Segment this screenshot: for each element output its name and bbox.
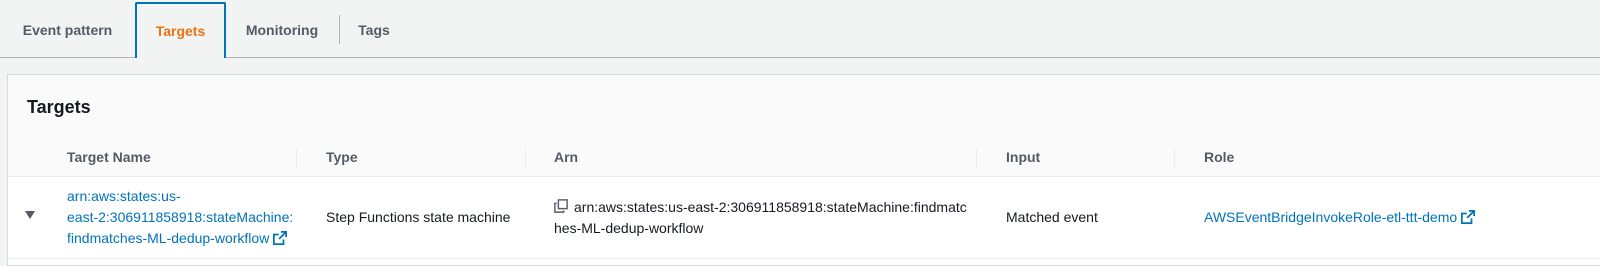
tab-label: Targets	[155, 23, 206, 39]
table-header: Target Name Type Arn Input Role	[8, 137, 1600, 177]
tab-targets[interactable]: Targets	[135, 2, 226, 58]
tab-event-pattern[interactable]: Event pattern	[0, 2, 135, 58]
external-link-icon[interactable]	[273, 231, 288, 245]
column-header-target-name[interactable]: Target Name	[67, 149, 151, 165]
target-type: Step Functions state machine	[326, 209, 511, 225]
tab-label: Tags	[358, 22, 390, 38]
arn-line: arn:aws:states:us-east-2:306911858918:st…	[574, 199, 967, 215]
target-name-line[interactable]: arn:aws:states:us-	[67, 186, 302, 207]
target-arn: arn:aws:states:us-east-2:306911858918:st…	[554, 197, 984, 239]
tab-label: Monitoring	[245, 22, 319, 38]
tab-label: Event pattern	[22, 22, 113, 38]
role-link[interactable]: AWSEventBridgeInvokeRole-etl-ttt-demo	[1204, 207, 1476, 228]
role-link-label[interactable]: AWSEventBridgeInvokeRole-etl-ttt-demo	[1204, 209, 1457, 225]
column-resizer[interactable]	[296, 148, 297, 168]
target-name-link[interactable]: arn:aws:states:us- east-2:306911858918:s…	[67, 186, 302, 249]
column-header-arn[interactable]: Arn	[554, 149, 578, 165]
panel-title: Targets	[27, 97, 91, 117]
caret-down-icon[interactable]	[25, 211, 35, 219]
target-name-line[interactable]: east-2:306911858918:stateMachine:	[67, 207, 302, 228]
target-name-line[interactable]: findmatches-ML-dedup-workflow	[67, 230, 269, 246]
tab-tags[interactable]: Tags	[340, 2, 408, 58]
external-link-icon[interactable]	[1461, 210, 1476, 224]
tab-monitoring[interactable]: Monitoring	[226, 2, 338, 58]
arn-line: hes-ML-dedup-workflow	[554, 220, 704, 236]
tab-bar: Event pattern Targets Monitoring Tags	[0, 0, 1600, 58]
column-header-role[interactable]: Role	[1204, 149, 1234, 165]
panel-header: Targets	[8, 75, 1600, 138]
target-input: Matched event	[1006, 209, 1098, 225]
table-row: arn:aws:states:us- east-2:306911858918:s…	[8, 177, 1600, 259]
column-resizer[interactable]	[525, 148, 526, 168]
column-header-input[interactable]: Input	[1006, 149, 1040, 165]
copy-icon[interactable]	[554, 199, 568, 213]
targets-panel: Targets Target Name Type Arn Input Role …	[7, 74, 1600, 266]
column-resizer[interactable]	[976, 148, 977, 168]
column-header-type[interactable]: Type	[326, 149, 358, 165]
column-resizer[interactable]	[1174, 148, 1175, 168]
